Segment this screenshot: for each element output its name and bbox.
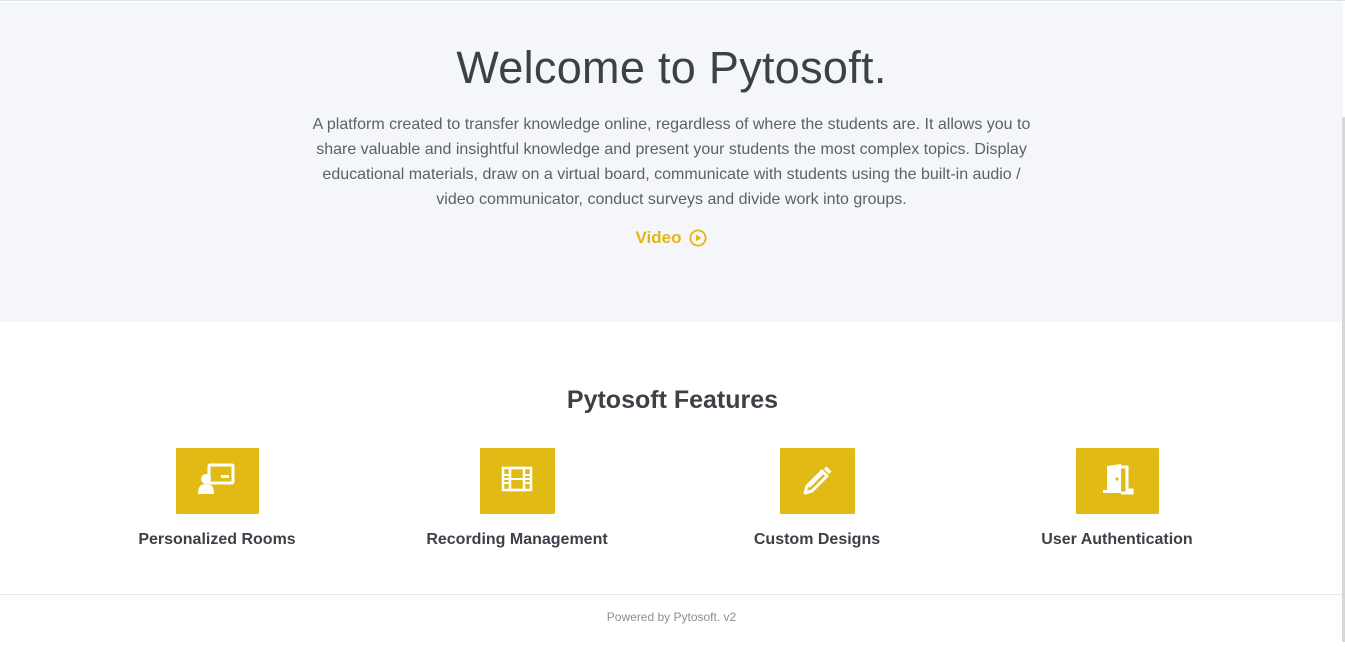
film-icon [501,466,533,497]
hero-title: Welcome to Pytosoft. [456,42,887,93]
door-icon [1097,463,1137,500]
hero-description: A platform created to transfer knowledge… [312,116,1031,208]
footer: Powered by Pytosoft. v2 [0,594,1343,657]
feature-user-authentication: User Authentication [1007,448,1227,549]
feature-icon-box [479,448,555,514]
features-title: Pytosoft Features [566,386,779,414]
play-circle-icon [689,229,707,247]
footer-text: Powered by Pytosoft. v2 [606,610,737,624]
video-link[interactable]: Video [636,228,708,248]
feature-icon-box [175,448,259,514]
pencil-icon [801,463,833,500]
feature-custom-designs: Custom Designs [707,448,927,549]
feature-label: Recording Management [426,531,608,548]
feature-icon-box [779,448,855,514]
feature-personalized-rooms: Personalized Rooms [107,448,327,549]
feature-label: User Authentication [1041,531,1193,548]
feature-icon-box [1075,448,1159,514]
hero-section: Welcome to Pytosoft. A platform created … [0,2,1343,322]
feature-recording-management: Recording Management [407,448,627,549]
feature-label: Personalized Rooms [138,531,296,548]
feature-label: Custom Designs [753,531,881,548]
page: Welcome to Pytosoft. A platform created … [0,0,1345,657]
video-link-label: Video [635,228,682,247]
presentation-room-icon [197,463,237,500]
